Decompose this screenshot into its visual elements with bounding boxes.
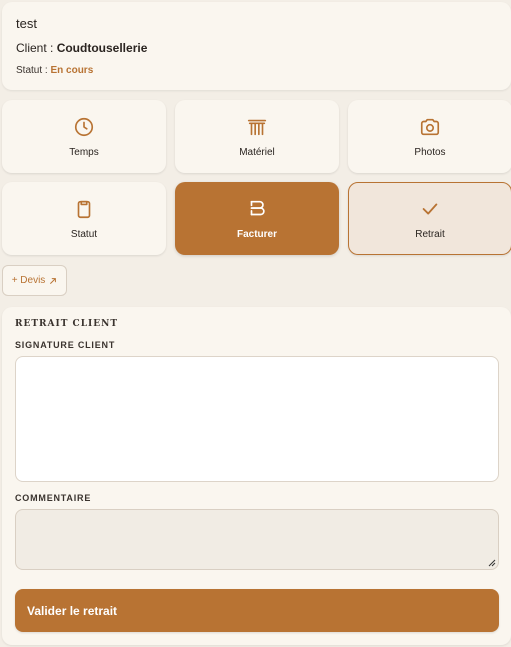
client-prefix: Client : [16, 41, 57, 55]
add-devis-button[interactable]: + Devis [2, 265, 67, 296]
tile-materiel[interactable]: Matériel [175, 100, 339, 173]
client-line: Client : Coudtousellerie [16, 41, 497, 55]
comment-label: COMMENTAIRE [15, 493, 92, 503]
devis-label: + Devis [11, 275, 46, 286]
tile-label: Photos [414, 146, 446, 158]
tile-label: Statut [70, 228, 98, 240]
camera-icon [420, 118, 440, 135]
resize-grip-icon[interactable] [486, 557, 496, 567]
comment-field[interactable] [15, 509, 499, 570]
clock-icon [74, 117, 94, 136]
tile-label: Facturer [236, 228, 277, 240]
tile-facturer[interactable]: Facturer [175, 182, 339, 255]
status-prefix: Statut : [16, 65, 51, 76]
job-header-card: test Client : Coudtousellerie Statut : E… [2, 2, 511, 90]
client-name: Coudtousellerie [56, 41, 148, 55]
tile-retrait[interactable]: Retrait [348, 182, 511, 255]
check-icon [422, 203, 438, 214]
retrait-panel: RETRAIT CLIENT SIGNATURE CLIENT COMMENTA… [2, 307, 511, 645]
tile-label: Temps [69, 146, 99, 158]
status-line: Statut : En cours [16, 65, 497, 76]
tile-temps[interactable]: Temps [2, 100, 166, 173]
validate-retrait-button[interactable]: Valider le retrait [15, 589, 499, 632]
job-title: test [16, 16, 37, 31]
tile-statut[interactable]: Statut [2, 182, 166, 255]
tile-label: Matériel [239, 146, 275, 158]
columns-icon [247, 119, 267, 135]
tile-photos[interactable]: Photos [348, 100, 511, 173]
invoice-icon [250, 200, 265, 215]
panel-title: RETRAIT CLIENT [15, 319, 119, 329]
signature-pad[interactable] [15, 356, 499, 482]
tile-label: Retrait [415, 228, 445, 240]
signature-label: SIGNATURE CLIENT [15, 340, 116, 350]
clipboard-icon [77, 200, 91, 218]
status-badge: En cours [50, 65, 94, 76]
external-link-icon [50, 277, 57, 284]
